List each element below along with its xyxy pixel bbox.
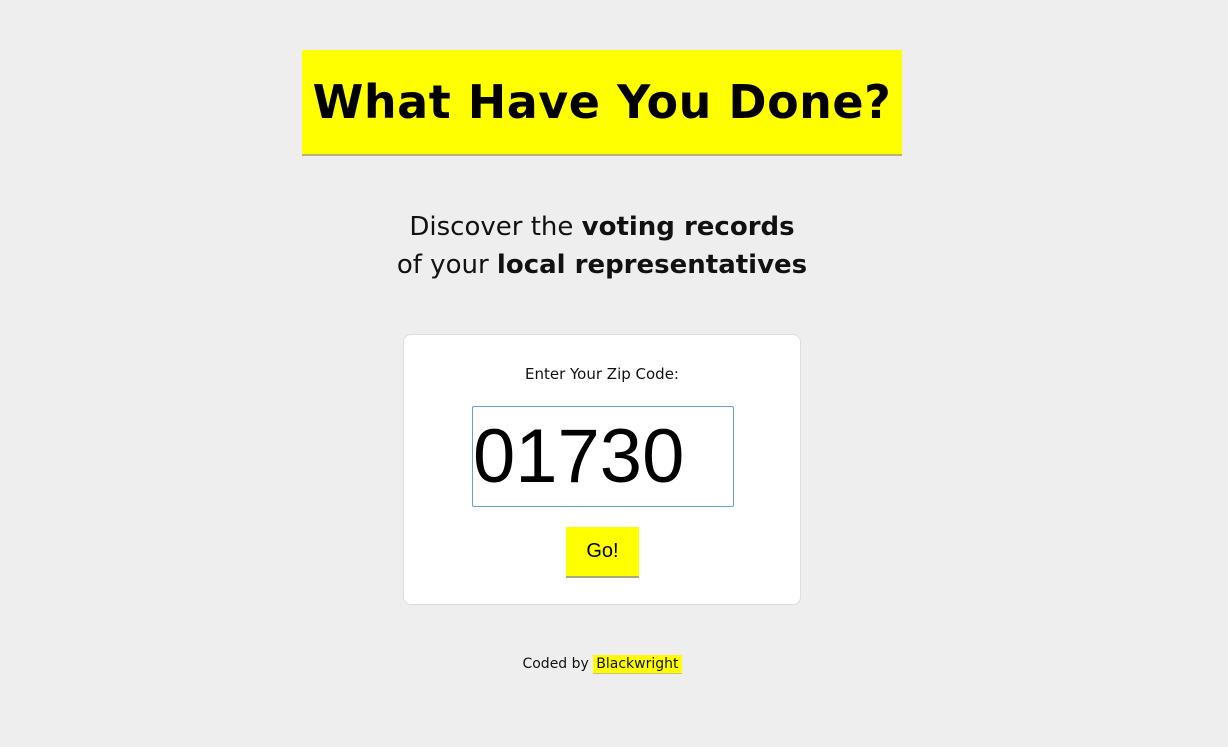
zip-code-input[interactable] <box>472 406 734 507</box>
tagline-line2-prefix: of your <box>396 250 497 280</box>
tagline-line2-bold: local representatives <box>496 250 808 280</box>
tagline-line1-prefix: Discover the <box>409 212 582 242</box>
tagline-line1-bold: voting records <box>581 212 795 242</box>
page: What Have You Done? Discover the voting … <box>0 0 1228 747</box>
go-button[interactable]: Go! <box>566 527 639 578</box>
zip-form-card: Enter Your Zip Code: Go! <box>403 334 801 605</box>
title-banner: What Have You Done? <box>302 50 902 156</box>
zip-code-label: Enter Your Zip Code: <box>524 365 679 383</box>
page-title: What Have You Done? <box>312 75 892 129</box>
footer: Coded by Blackwright <box>302 655 902 674</box>
tagline: Discover the voting records of your loca… <box>302 208 902 284</box>
author-link[interactable]: Blackwright <box>593 655 682 674</box>
footer-credit: Coded by <box>522 656 589 672</box>
